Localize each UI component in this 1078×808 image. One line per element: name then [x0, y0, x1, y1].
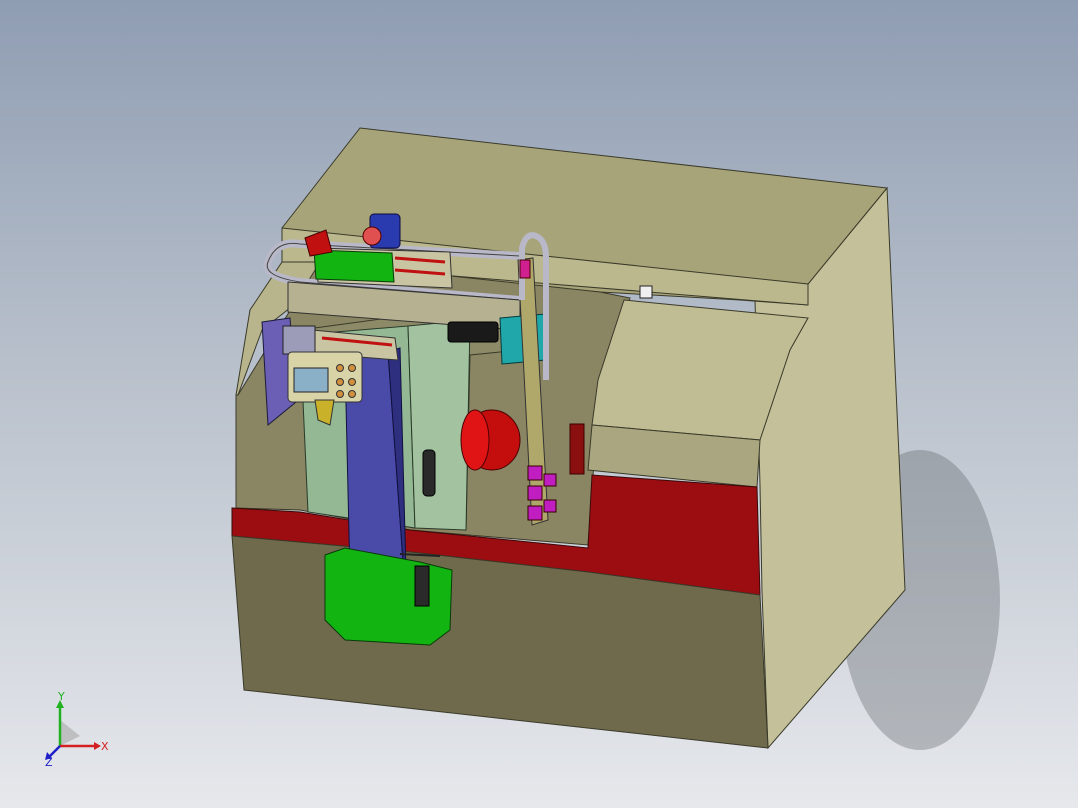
- z-red-stop: [519, 259, 531, 279]
- controller-button-3[interactable]: [336, 378, 344, 386]
- z-axis-label: Z: [45, 756, 53, 768]
- cad-viewport[interactable]: Y X Z: [0, 0, 1078, 808]
- controller-button-2[interactable]: [348, 364, 356, 372]
- suction-cup-5: [543, 499, 557, 513]
- controller-lcd: [293, 367, 329, 393]
- axis-triad[interactable]: Y X Z: [38, 688, 118, 768]
- machine-door-right-panel: [407, 319, 471, 531]
- stepper-motor: [282, 325, 316, 355]
- suction-cup-2: [527, 485, 543, 501]
- beam-end-motor: [447, 321, 499, 343]
- machine-3d-model[interactable]: [0, 0, 1078, 808]
- limit-switch-red: [362, 226, 382, 246]
- top-carriage: [313, 249, 395, 283]
- controller-button-1[interactable]: [336, 364, 344, 372]
- red-bracket: [569, 423, 585, 475]
- controller-button-6[interactable]: [348, 390, 356, 398]
- controller-button-4[interactable]: [348, 378, 356, 386]
- spindle-motor-face: [460, 409, 490, 471]
- suction-cup-1: [527, 465, 543, 481]
- suction-cup-3: [527, 505, 543, 521]
- y-axis-label: Y: [57, 690, 65, 703]
- x-axis-label: X: [101, 740, 109, 753]
- triad-plane: [60, 720, 80, 746]
- x-axis-arrow: [94, 742, 101, 750]
- controller-button-5[interactable]: [336, 390, 344, 398]
- suction-cup-4: [543, 473, 557, 487]
- door-handle[interactable]: [422, 449, 436, 497]
- housing-clip: [639, 285, 653, 299]
- z-axis-line: [49, 745, 61, 757]
- base-latch[interactable]: [414, 565, 430, 607]
